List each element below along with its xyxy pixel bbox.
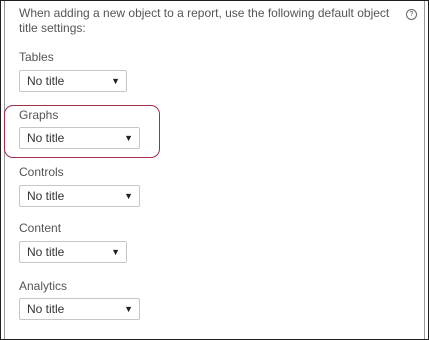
chevron-down-icon: ▼	[124, 133, 133, 143]
intro-text: When adding a new object to a report, us…	[19, 6, 390, 35]
chevron-down-icon: ▼	[124, 191, 133, 201]
panel-right-rule	[424, 1, 425, 339]
controls-title-value: No title	[27, 189, 65, 203]
settings-panel: When adding a new object to a report, us…	[0, 0, 429, 340]
chevron-down-icon: ▼	[111, 76, 120, 86]
analytics-title-value: No title	[27, 302, 65, 316]
analytics-title-dropdown[interactable]: No title ▼	[19, 298, 140, 320]
graphs-title-value: No title	[27, 131, 65, 145]
graphs-title-dropdown[interactable]: No title ▼	[19, 127, 140, 149]
help-icon[interactable]: ?	[406, 9, 417, 20]
chevron-down-icon: ▼	[111, 247, 120, 257]
chevron-down-icon: ▼	[124, 304, 133, 314]
tables-title-dropdown[interactable]: No title ▼	[19, 70, 127, 92]
content-label: Content	[19, 221, 62, 235]
content-title-dropdown[interactable]: No title ▼	[19, 241, 127, 263]
controls-title-dropdown[interactable]: No title ▼	[19, 185, 140, 207]
panel-left-rule	[4, 1, 5, 339]
graphs-label: Graphs	[19, 108, 59, 122]
tables-label: Tables	[19, 50, 54, 64]
controls-label: Controls	[19, 165, 64, 179]
content-title-value: No title	[27, 245, 65, 259]
analytics-label: Analytics	[19, 279, 68, 293]
tables-title-value: No title	[27, 74, 65, 88]
